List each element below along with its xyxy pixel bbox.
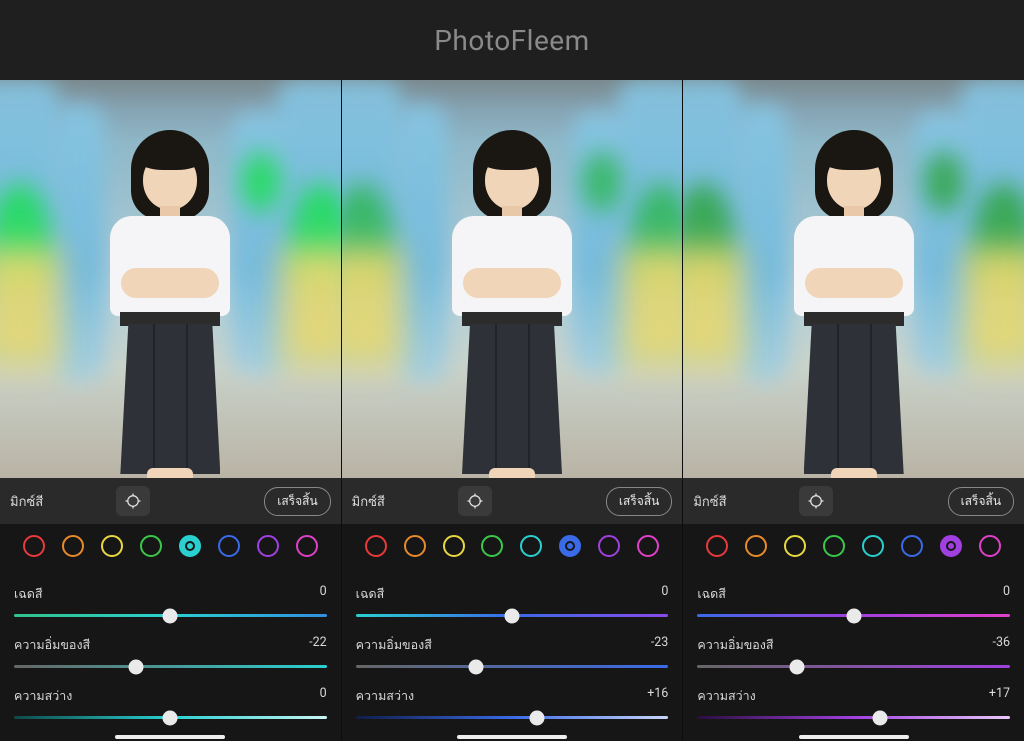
done-button[interactable]: เสร็จสิ้น [264, 487, 330, 516]
color-swatch[interactable] [706, 535, 728, 557]
header: PhotoFleem [0, 0, 1024, 80]
color-swatch[interactable] [62, 535, 84, 557]
targeted-adjustment-button[interactable] [116, 486, 150, 516]
color-swatch[interactable] [637, 535, 659, 557]
color-swatch[interactable] [404, 535, 426, 557]
hue-slider[interactable] [14, 614, 327, 617]
color-swatch[interactable] [979, 535, 1001, 557]
hue-label: เฉดสี [356, 584, 385, 604]
hue-label: เฉดสี [14, 584, 43, 604]
saturation-slider-thumb[interactable] [790, 659, 805, 674]
color-swatch[interactable] [365, 535, 387, 557]
color-swatch[interactable] [862, 535, 884, 557]
saturation-slider-thumb[interactable] [469, 659, 484, 674]
color-swatch[interactable] [101, 535, 123, 557]
color-mix-toolbar: มิกซ์สี เสร็จสิ้น [342, 478, 683, 524]
home-indicator [799, 735, 909, 739]
color-mix-label: มิกซ์สี [352, 491, 450, 512]
photo-preview [342, 80, 683, 478]
color-swatch[interactable] [140, 535, 162, 557]
saturation-slider-thumb[interactable] [128, 659, 143, 674]
color-swatch[interactable] [940, 535, 962, 557]
saturation-slider-group: ความอิ่มของสี -22 [14, 635, 327, 668]
luminance-value: 0 [320, 686, 327, 706]
hue-slider-group: เฉดสี 0 [14, 584, 327, 617]
editor-panel-purple: มิกซ์สีเสร็จสิ้นเฉดสี0ความอิ่มของสี-36คว… [683, 80, 1024, 741]
luminance-slider[interactable] [356, 716, 669, 719]
color-mix-toolbar: มิกซ์สี เสร็จสิ้น [0, 478, 341, 524]
color-swatch[interactable] [559, 535, 581, 557]
color-swatch-row [342, 524, 683, 568]
color-swatch[interactable] [598, 535, 620, 557]
page-title: PhotoFleem [434, 24, 589, 57]
luminance-value: +17 [989, 686, 1010, 706]
color-swatch[interactable] [179, 535, 201, 557]
color-swatch[interactable] [218, 535, 240, 557]
color-swatch[interactable] [745, 535, 767, 557]
saturation-slider[interactable] [697, 665, 1010, 668]
luminance-slider[interactable] [697, 716, 1010, 719]
done-button[interactable]: เสร็จสิ้น [606, 487, 672, 516]
color-swatch[interactable] [481, 535, 503, 557]
luminance-slider-group: ความสว่าง +16 [356, 686, 669, 719]
color-swatch[interactable] [823, 535, 845, 557]
color-swatch[interactable] [520, 535, 542, 557]
hue-slider-thumb[interactable] [505, 608, 520, 623]
color-swatch[interactable] [296, 535, 318, 557]
home-indicator [115, 735, 225, 739]
hue-slider[interactable] [697, 614, 1010, 617]
luminance-value: +16 [647, 686, 668, 706]
photo-preview [0, 80, 341, 478]
slider-section: เฉดสี 0 ความอิ่มของสี -23 ความสว่าง +16 [342, 568, 683, 741]
editor-panel-aqua: มิกซ์สีเสร็จสิ้นเฉดสี0ความอิ่มของสี-22คว… [0, 80, 342, 741]
color-mix-toolbar: มิกซ์สี เสร็จสิ้น [683, 478, 1024, 524]
luminance-slider-group: ความสว่าง 0 [14, 686, 327, 719]
hue-slider-thumb[interactable] [846, 608, 861, 623]
hue-value: 0 [661, 584, 668, 604]
hue-value: 0 [1003, 584, 1010, 604]
hue-slider-thumb[interactable] [163, 608, 178, 623]
done-button[interactable]: เสร็จสิ้น [948, 487, 1014, 516]
saturation-slider[interactable] [356, 665, 669, 668]
luminance-label: ความสว่าง [14, 686, 72, 706]
saturation-slider-group: ความอิ่มของสี -23 [356, 635, 669, 668]
photo-preview [683, 80, 1024, 478]
luminance-slider-thumb[interactable] [873, 710, 888, 725]
saturation-label: ความอิ่มของสี [697, 635, 773, 655]
luminance-slider-group: ความสว่าง +17 [697, 686, 1010, 719]
color-swatch[interactable] [257, 535, 279, 557]
color-swatch[interactable] [443, 535, 465, 557]
hue-slider-group: เฉดสี 0 [697, 584, 1010, 617]
saturation-label: ความอิ่มของสี [14, 635, 90, 655]
saturation-slider[interactable] [14, 665, 327, 668]
color-swatch[interactable] [784, 535, 806, 557]
color-swatch-row [683, 524, 1024, 568]
hue-slider[interactable] [356, 614, 669, 617]
targeted-adjustment-button[interactable] [799, 486, 833, 516]
saturation-value: -22 [309, 635, 327, 655]
luminance-label: ความสว่าง [356, 686, 414, 706]
color-swatch[interactable] [23, 535, 45, 557]
slider-section: เฉดสี 0 ความอิ่มของสี -22 ความสว่าง 0 [0, 568, 341, 741]
saturation-value: -36 [993, 635, 1011, 655]
luminance-slider-thumb[interactable] [530, 710, 545, 725]
saturation-label: ความอิ่มของสี [356, 635, 432, 655]
luminance-slider-thumb[interactable] [163, 710, 178, 725]
luminance-label: ความสว่าง [697, 686, 755, 706]
luminance-slider[interactable] [14, 716, 327, 719]
color-swatch[interactable] [901, 535, 923, 557]
editor-panel-blue: มิกซ์สีเสร็จสิ้นเฉดสี0ความอิ่มของสี-23คว… [342, 80, 684, 741]
hue-slider-group: เฉดสี 0 [356, 584, 669, 617]
color-mix-label: มิกซ์สี [693, 491, 791, 512]
color-swatch-row [0, 524, 341, 568]
color-mix-label: มิกซ์สี [10, 491, 108, 512]
saturation-value: -23 [651, 635, 669, 655]
home-indicator [457, 735, 567, 739]
hue-label: เฉดสี [697, 584, 726, 604]
slider-section: เฉดสี 0 ความอิ่มของสี -36 ความสว่าง +17 [683, 568, 1024, 741]
saturation-slider-group: ความอิ่มของสี -36 [697, 635, 1010, 668]
targeted-adjustment-button[interactable] [458, 486, 492, 516]
hue-value: 0 [320, 584, 327, 604]
